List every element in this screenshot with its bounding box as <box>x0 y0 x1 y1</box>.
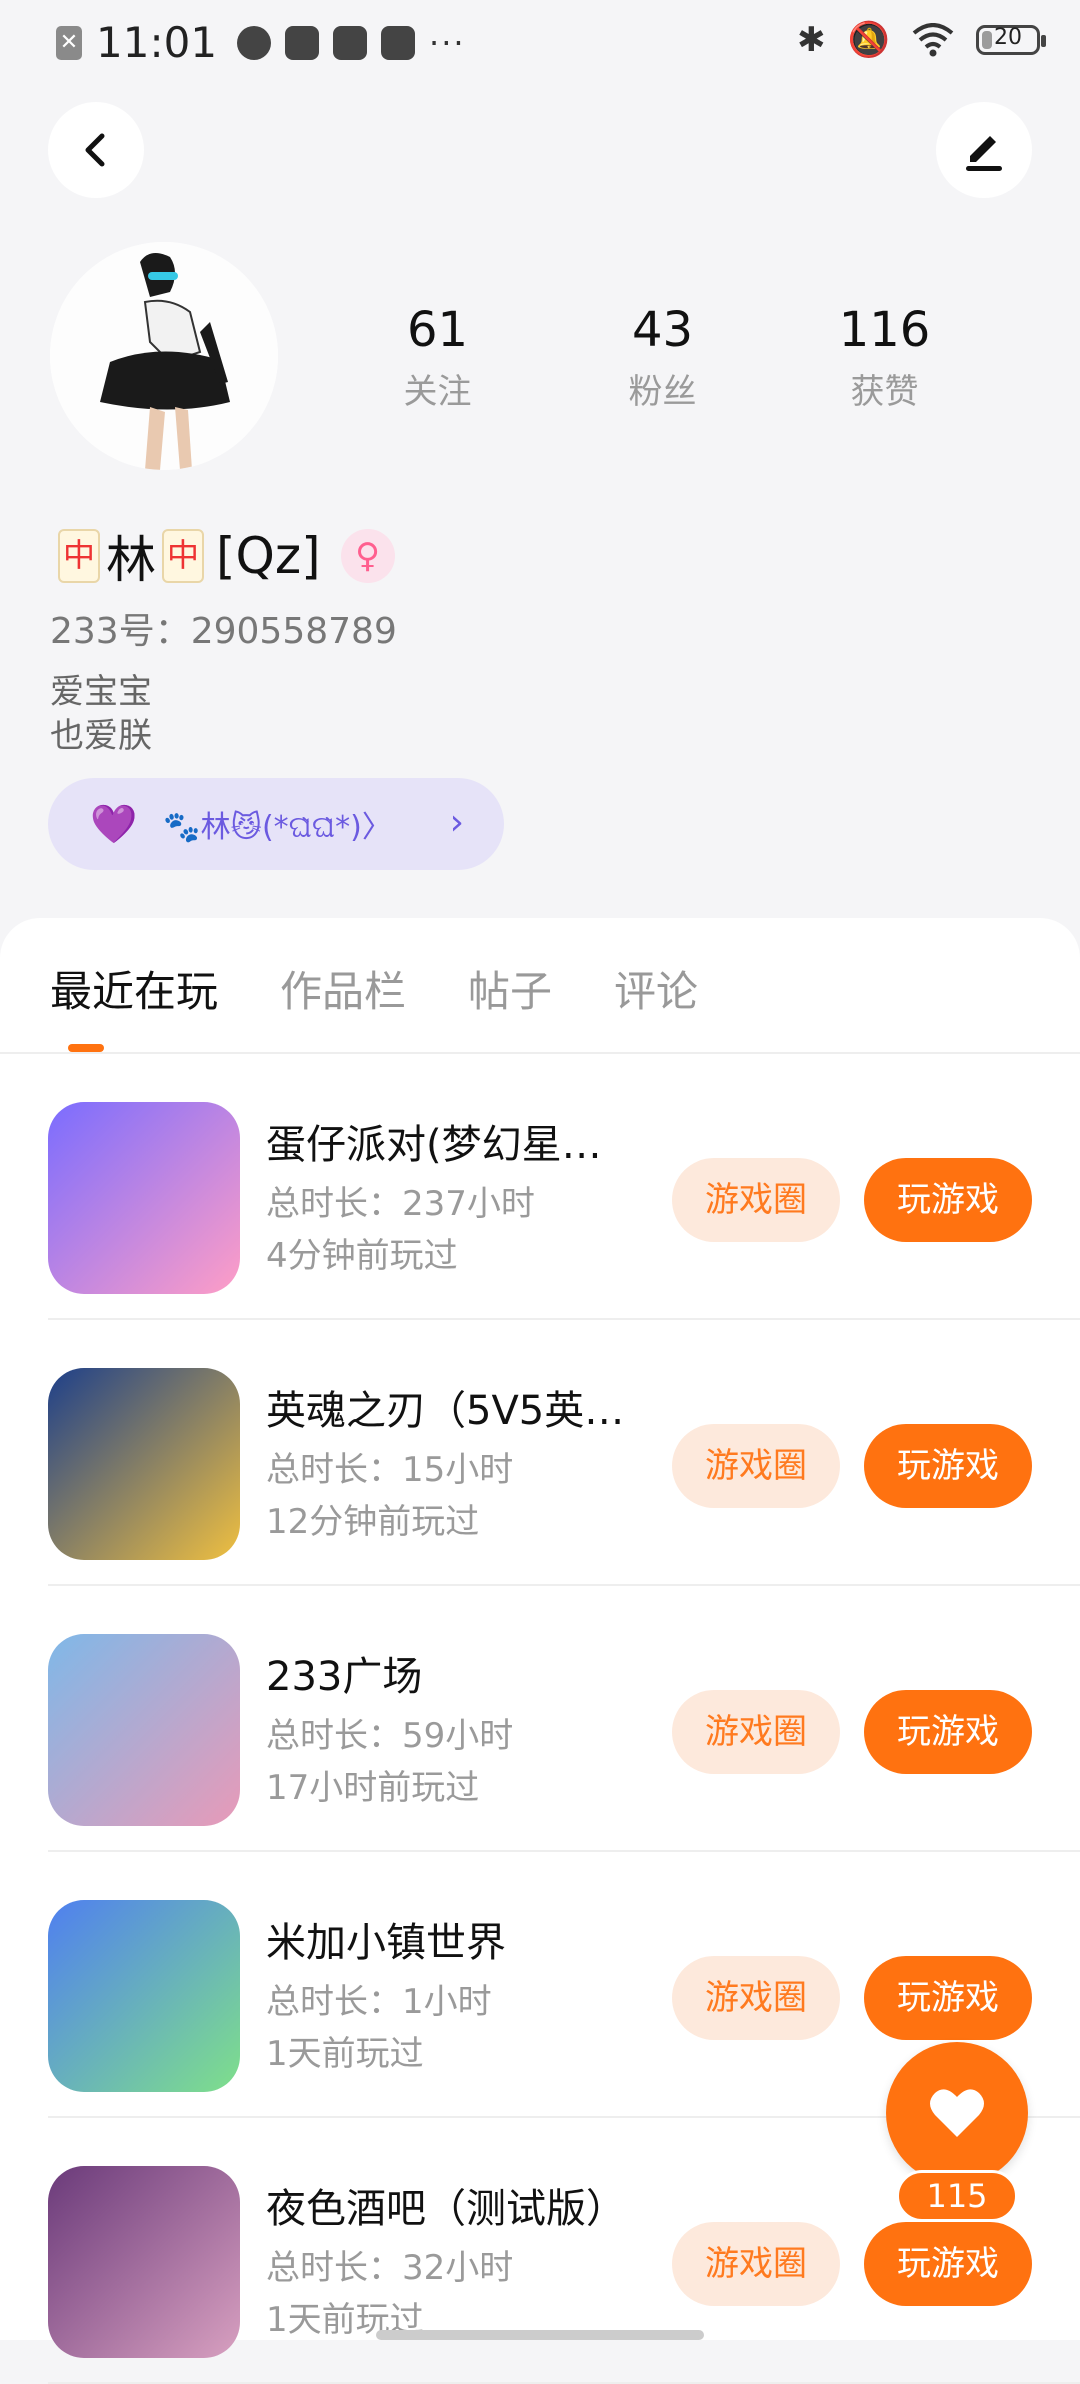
back-arrow-icon <box>85 133 105 167</box>
stat-label: 关注 <box>403 372 472 412</box>
play-game-button[interactable]: 玩游戏 <box>864 1158 1032 1242</box>
nickname-suffix: [Qz] <box>216 527 321 585</box>
game-last-played: 17小时前玩过 <box>266 1768 480 1808</box>
game-circle-button[interactable]: 游戏圈 <box>672 2222 840 2306</box>
bluetooth-icon: ✱ <box>797 20 826 60</box>
avatar-image <box>50 242 278 470</box>
stat-value: 61 <box>406 302 469 358</box>
game-total-time: 总时长：59小时 <box>266 1716 514 1756</box>
video-icon <box>381 25 416 60</box>
battery-text: 20 <box>994 25 1022 50</box>
play-game-button[interactable]: 玩游戏 <box>864 1956 1032 2040</box>
wechat-icon <box>237 25 272 60</box>
mahjong-tile-icon: 中 <box>162 529 204 583</box>
game-total-time: 总时长：32小时 <box>266 2248 514 2288</box>
game-name: 233广场 <box>266 1654 423 1700</box>
game-total-time: 总时长：15小时 <box>266 1450 514 1490</box>
stat-value: 43 <box>631 302 694 358</box>
play-game-button[interactable]: 玩游戏 <box>864 1424 1032 1508</box>
relationship-tag-button[interactable]: 💜 🐾林😼(*ଘ̀ଘ̀*)〉 › <box>48 778 504 870</box>
battery-icon: 20 <box>976 25 1046 55</box>
game-circle-button[interactable]: 游戏圈 <box>672 1424 840 1508</box>
close-notification-icon: ✕ <box>56 25 82 60</box>
game-last-played: 12分钟前玩过 <box>266 1502 480 1542</box>
stat-label: 获赞 <box>850 372 919 412</box>
game-name: 英魂之刃（5V5英… <box>266 1388 625 1434</box>
game-total-time: 总时长：237小时 <box>266 1184 535 1224</box>
game-icon[interactable] <box>48 1634 240 1826</box>
mail-icon <box>285 25 320 60</box>
play-game-button[interactable]: 玩游戏 <box>864 2222 1032 2306</box>
game-circle-button[interactable]: 游戏圈 <box>672 1158 840 1242</box>
game-icon[interactable] <box>48 1102 240 1294</box>
stat-value: 116 <box>838 302 931 358</box>
game-name: 蛋仔派对(梦幻星… <box>266 1122 602 1168</box>
status-bar: ✕ 11:01 ··· ✱ 🔕 20 <box>0 0 1080 90</box>
game-last-played: 1天前玩过 <box>266 2034 424 2074</box>
stat-label: 粉丝 <box>628 372 697 412</box>
game-icon[interactable] <box>48 2166 240 2358</box>
stat-following[interactable]: 61 关注 <box>360 300 515 413</box>
avatar[interactable] <box>50 242 278 470</box>
game-circle-button[interactable]: 游戏圈 <box>672 1690 840 1774</box>
heart-icon <box>930 2089 984 2137</box>
status-time: 11:01 <box>96 18 218 67</box>
stat-likes[interactable]: 116 获赞 <box>807 300 962 413</box>
game-row[interactable]: 蛋仔派对(梦幻星… 总时长：237小时 4分钟前玩过 游戏圈 玩游戏 <box>0 1054 1080 1320</box>
tab-comments[interactable]: 评论 <box>614 958 698 1019</box>
game-row[interactable]: 英魂之刃（5V5英… 总时长：15小时 12分钟前玩过 游戏圈 玩游戏 <box>0 1320 1080 1586</box>
game-icon[interactable] <box>48 1900 240 2092</box>
relationship-tag-text: 🐾林😼(*ଘ̀ଘ̀*)〉 <box>163 810 392 845</box>
tab-recently-played[interactable]: 最近在玩 <box>50 958 218 1019</box>
shield-icon <box>333 25 368 60</box>
game-last-played: 4分钟前玩过 <box>266 1236 458 1276</box>
like-button[interactable] <box>886 2042 1028 2184</box>
heart-icon: 💜 <box>90 801 138 846</box>
bio-line: 也爱朕 <box>50 716 152 756</box>
bio-line: 爱宝宝 <box>50 672 152 712</box>
home-indicator <box>376 2330 704 2340</box>
chevron-right-icon: › <box>449 802 464 843</box>
active-tab-indicator <box>68 1044 104 1052</box>
game-circle-button[interactable]: 游戏圈 <box>672 1956 840 2040</box>
game-name: 米加小镇世界 <box>266 1920 506 1966</box>
edit-pen-icon <box>966 136 1002 171</box>
tab-works[interactable]: 作品栏 <box>280 958 406 1019</box>
mute-icon: 🔕 <box>847 20 890 60</box>
bio: 爱宝宝 也爱朕 <box>50 670 152 758</box>
game-total-time: 总时长：1小时 <box>266 1982 492 2022</box>
game-row[interactable]: 233广场 总时长：59小时 17小时前玩过 游戏圈 玩游戏 <box>0 1586 1080 1852</box>
back-button[interactable] <box>48 102 144 198</box>
like-count: 115 <box>896 2170 1018 2222</box>
mahjong-tile-icon: 中 <box>58 529 100 583</box>
game-icon[interactable] <box>48 1368 240 1560</box>
wifi-icon <box>912 23 954 57</box>
more-notifications-icon: ··· <box>429 23 466 62</box>
user-id: 233号：290558789 <box>50 611 397 652</box>
play-game-button[interactable]: 玩游戏 <box>864 1690 1032 1774</box>
game-name: 夜色酒吧（测试版） <box>266 2186 626 2232</box>
stat-followers[interactable]: 43 粉丝 <box>585 300 740 413</box>
female-gender-icon: ♀ <box>340 529 395 583</box>
tab-posts[interactable]: 帖子 <box>468 958 552 1019</box>
tab-bar: 最近在玩 作品栏 帖子 评论 <box>50 958 760 1019</box>
nickname-text: 林 <box>106 531 156 589</box>
nickname: 中 林 中 [Qz] ♀ <box>52 520 395 592</box>
edit-profile-button[interactable] <box>936 102 1032 198</box>
